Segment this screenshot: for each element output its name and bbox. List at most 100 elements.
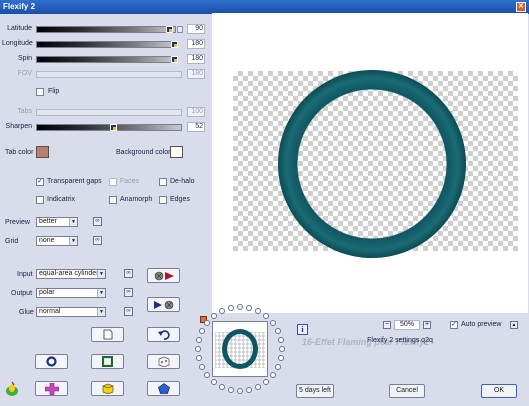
de-halo-checkbox[interactable] bbox=[159, 178, 167, 186]
undo-arrow-icon bbox=[157, 330, 170, 340]
document-icon bbox=[103, 329, 112, 340]
output-label: Output bbox=[11, 290, 33, 297]
input-select[interactable]: equal-area cylinder ▼ bbox=[36, 269, 106, 279]
sharpen-thumb[interactable] bbox=[110, 124, 117, 131]
tab-color-swatch[interactable] bbox=[36, 146, 49, 158]
cube-shape-button[interactable] bbox=[91, 381, 124, 396]
tabs-label: Tabs bbox=[17, 108, 32, 115]
faces-label: Faces bbox=[120, 178, 140, 185]
rotation-dial-dot[interactable] bbox=[255, 383, 262, 390]
info-icon[interactable]: i bbox=[297, 324, 308, 335]
edges-checkbox[interactable] bbox=[159, 196, 167, 204]
chevron-down-icon: ▼ bbox=[69, 218, 77, 226]
latitude-label: Latitude bbox=[7, 25, 32, 32]
rotation-dial-dot[interactable] bbox=[218, 383, 225, 390]
square-frame-icon bbox=[102, 356, 113, 367]
background-color-swatch[interactable] bbox=[170, 146, 183, 158]
output-play-button[interactable] bbox=[147, 297, 180, 312]
collapse-up-icon[interactable]: ▲ bbox=[510, 321, 518, 329]
grid-select[interactable]: none ▼ bbox=[36, 236, 78, 246]
chevron-down-icon: ▼ bbox=[97, 289, 105, 297]
rotation-dial-dot[interactable] bbox=[263, 313, 270, 320]
days-left-button[interactable]: 5 days left bbox=[296, 384, 334, 398]
undo-button[interactable] bbox=[147, 327, 180, 342]
longitude-label: Longitude bbox=[2, 40, 33, 47]
output-select[interactable]: polar ▼ bbox=[36, 288, 106, 298]
rotation-dial-dot[interactable] bbox=[277, 355, 284, 362]
rotation-dial-dot[interactable] bbox=[277, 336, 284, 343]
pentagon-shape-button[interactable] bbox=[147, 381, 180, 396]
rotation-dial-dot[interactable] bbox=[246, 386, 253, 393]
window-title: Flexify 2 bbox=[3, 2, 36, 11]
rotation-dial-dot[interactable] bbox=[210, 313, 217, 320]
rotation-dial-dot[interactable] bbox=[196, 336, 203, 343]
ok-button[interactable]: OK bbox=[481, 384, 517, 398]
rotation-dial-dot[interactable] bbox=[274, 327, 281, 334]
faces-checkbox[interactable] bbox=[109, 178, 117, 186]
rotation-dial-dot[interactable] bbox=[227, 305, 234, 312]
preview-link-icon[interactable]: ∞ bbox=[93, 217, 102, 226]
rotation-dial-dot[interactable] bbox=[204, 372, 211, 379]
spin-thumb[interactable] bbox=[171, 56, 178, 63]
rotation-dial-dot[interactable] bbox=[237, 388, 243, 394]
flip-checkbox[interactable] bbox=[36, 88, 44, 96]
fov-label: FOV bbox=[17, 70, 32, 77]
new-document-button[interactable] bbox=[91, 327, 124, 342]
rotation-dial-dot[interactable] bbox=[269, 319, 276, 326]
edges-label: Edges bbox=[170, 196, 190, 203]
longitude-value[interactable]: 180 bbox=[187, 39, 205, 49]
rotation-dial-dot[interactable] bbox=[274, 364, 281, 371]
rotation-dial-dot[interactable] bbox=[279, 346, 285, 352]
close-icon[interactable]: ✕ bbox=[516, 2, 526, 12]
spin-slider[interactable] bbox=[36, 56, 178, 63]
auto-preview-checkbox[interactable]: ✓ bbox=[450, 321, 458, 329]
spin-value[interactable]: 180 bbox=[187, 54, 205, 64]
zoom-level[interactable]: 50% bbox=[394, 320, 420, 330]
dice-icon bbox=[158, 356, 169, 367]
thumbnail-preview[interactable] bbox=[212, 321, 268, 377]
rotation-dial-dot[interactable] bbox=[269, 372, 276, 379]
square-shape-button[interactable] bbox=[91, 354, 124, 369]
input-play-button[interactable] bbox=[147, 268, 180, 283]
glue-select[interactable]: normal ▼ bbox=[36, 307, 106, 317]
flaming-pear-logo-icon bbox=[6, 381, 18, 396]
output-link-icon[interactable]: ∞ bbox=[124, 288, 133, 297]
rotation-dial-dot[interactable] bbox=[218, 308, 225, 315]
rotation-dial-dot[interactable] bbox=[237, 304, 243, 310]
cancel-button[interactable]: Cancel bbox=[389, 384, 425, 398]
reverse-play-icon bbox=[154, 271, 174, 280]
grid-link-icon[interactable]: ∞ bbox=[93, 236, 102, 245]
rotation-dial-dot[interactable] bbox=[196, 355, 203, 362]
tabs-slider bbox=[36, 109, 182, 116]
glue-link-icon[interactable]: ∞ bbox=[124, 307, 133, 316]
chevron-down-icon: ▼ bbox=[97, 270, 105, 278]
plus-icon[interactable]: + bbox=[423, 321, 431, 329]
sharpen-value[interactable]: 52 bbox=[187, 122, 205, 132]
rotation-dial-dot[interactable] bbox=[195, 346, 201, 352]
rotation-dial-dot[interactable] bbox=[199, 327, 206, 334]
input-link-icon[interactable]: ∞ bbox=[124, 269, 133, 278]
indicatrix-checkbox[interactable] bbox=[36, 196, 44, 204]
latitude-value[interactable]: 90 bbox=[187, 24, 205, 34]
tab-color-label: Tab color bbox=[5, 149, 34, 156]
dice-button[interactable] bbox=[147, 354, 180, 369]
circle-shape-button[interactable] bbox=[35, 354, 68, 369]
anamorph-checkbox[interactable] bbox=[109, 196, 117, 204]
latitude-slider[interactable] bbox=[36, 26, 176, 33]
output-select-value: polar bbox=[39, 289, 55, 296]
rotation-dial-dot[interactable] bbox=[263, 378, 270, 385]
rotation-dial-dot[interactable] bbox=[210, 378, 217, 385]
longitude-slider[interactable] bbox=[36, 41, 178, 48]
latitude-end-button[interactable] bbox=[177, 26, 183, 33]
rotation-dial-dot[interactable] bbox=[255, 308, 262, 315]
minus-icon[interactable]: − bbox=[383, 321, 391, 329]
rotation-dial-dot[interactable] bbox=[227, 386, 234, 393]
latitude-thumb[interactable] bbox=[166, 26, 173, 33]
rotation-dial-dot[interactable] bbox=[204, 319, 211, 326]
longitude-thumb[interactable] bbox=[171, 41, 178, 48]
sharpen-slider[interactable] bbox=[36, 124, 182, 131]
rotation-dial-dot[interactable] bbox=[199, 364, 206, 371]
plus-shape-button[interactable] bbox=[35, 381, 68, 396]
transparent-gaps-checkbox[interactable]: ✓ bbox=[36, 178, 44, 186]
preview-select[interactable]: better ▼ bbox=[36, 217, 78, 227]
